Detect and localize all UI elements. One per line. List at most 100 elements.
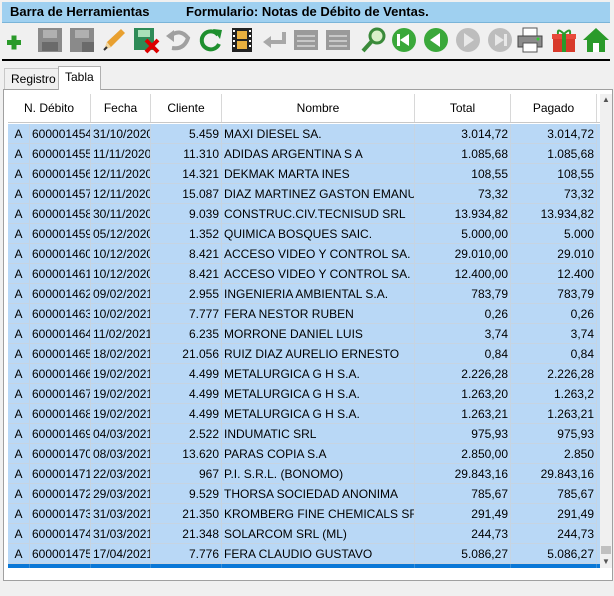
paid-cell: 3.014,72 [511, 124, 597, 144]
table-row[interactable]: A 600001467 19/02/2021 4.499 METALURGICA G H… [8, 384, 600, 404]
table-row[interactable]: A 600001461 10/12/2020 8.421 ACCESO VIDEO Y … [8, 264, 600, 284]
table-row[interactable]: A 600001464 11/02/2021 6.235 MORRONE DANIEL … [8, 324, 600, 344]
header-total[interactable]: Total [415, 94, 511, 122]
type-cell: A [8, 344, 30, 364]
table-row[interactable]: A 600001468 19/02/2021 4.499 METALURGICA G H… [8, 404, 600, 424]
paid-cell: 12.400 [511, 264, 597, 284]
scroll-thumb[interactable] [601, 546, 611, 554]
list-icon[interactable] [292, 26, 320, 54]
table-row[interactable]: A 600001465 18/02/2021 21.056 RUIZ DIAZ AURE… [8, 344, 600, 364]
header-nombre[interactable]: Nombre [222, 94, 415, 122]
date-cell: 10/12/2020 [91, 264, 151, 284]
client-cell: 967 [151, 464, 222, 484]
edit-icon[interactable] [100, 26, 128, 54]
debit-number-cell: 600001473 [30, 504, 91, 524]
client-cell: 9.529 [151, 484, 222, 504]
total-cell: 0,84 [415, 344, 511, 364]
name-cell: FERA CLAUDIO GUSTAVO [222, 544, 415, 564]
paid-cell: 5.000 [511, 224, 597, 244]
title-bar: Barra de Herramientas Formulario: Notas … [2, 2, 610, 23]
table-row[interactable]: A60000147630/04/202110.703MOHAMED GABRIE… [8, 564, 600, 568]
table-row[interactable]: A 600001469 04/03/2021 2.522 INDUMATIC SRL 97… [8, 424, 600, 444]
prev-icon[interactable] [422, 26, 450, 54]
paid-cell: 29.843,16 [511, 464, 597, 484]
type-cell: A [8, 264, 30, 284]
table-row[interactable]: A 600001456 12/11/2020 14.321 DEKMAK MARTA I… [8, 164, 600, 184]
paid-cell: 785,67 [511, 484, 597, 504]
type-cell: A [8, 144, 30, 164]
table-panel: N. Débito Fecha Cliente Nombre Total Pag… [3, 89, 613, 581]
back-arrow-icon[interactable] [260, 26, 288, 54]
name-cell: CONSTRUC.CIV.TECNISUD SRL [222, 204, 415, 224]
tab-tabla[interactable]: Tabla [58, 66, 101, 90]
header-pagado[interactable]: Pagado [511, 94, 597, 122]
total-cell: 244,73 [415, 524, 511, 544]
search-icon[interactable] [360, 26, 388, 54]
table-row[interactable]: A 600001473 31/03/2021 21.350 KROMBERG FINE … [8, 504, 600, 524]
header-fecha[interactable]: Fecha [91, 94, 151, 122]
scroll-down-icon[interactable]: ▼ [602, 558, 610, 566]
gift-icon[interactable] [550, 26, 578, 54]
table-row[interactable]: A 600001466 19/02/2021 4.499 METALURGICA G H… [8, 364, 600, 384]
scroll-up-icon[interactable]: ▲ [602, 96, 610, 104]
client-cell: 4.499 [151, 384, 222, 404]
name-cell: METALURGICA G H S.A. [222, 364, 415, 384]
undo-icon[interactable] [164, 26, 192, 54]
client-cell: 10.703 [151, 564, 222, 568]
name-cell: ACCESO VIDEO Y CONTROL SA. [222, 264, 415, 284]
table-row[interactable]: A 600001462 09/02/2021 2.955 INGENIERIA AMBI… [8, 284, 600, 304]
refresh-icon[interactable] [196, 26, 224, 54]
name-cell: MAXI DIESEL SA. [222, 124, 415, 144]
type-cell: A [8, 524, 30, 544]
table-row[interactable]: A 600001459 05/12/2020 1.352 QUIMICA BOSQUES… [8, 224, 600, 244]
total-cell: 29.843,16 [415, 464, 511, 484]
home-icon[interactable] [582, 26, 610, 54]
print-icon[interactable] [516, 26, 544, 54]
paid-cell: 0,26 [511, 304, 597, 324]
date-cell: 05/12/2020 [91, 224, 151, 244]
total-cell: 29.010,00 [415, 244, 511, 264]
next-icon[interactable] [454, 26, 482, 54]
date-cell: 22/03/2021 [91, 464, 151, 484]
table-row[interactable]: A 600001460 10/12/2020 8.421 ACCESO VIDEO Y … [8, 244, 600, 264]
table-row[interactable]: A 600001472 29/03/2021 9.529 THORSA SOCIEDAD… [8, 484, 600, 504]
client-cell: 14.321 [151, 164, 222, 184]
date-cell: 29/03/2021 [91, 484, 151, 504]
table-row[interactable]: A 600001454 31/10/2020 5.459 MAXI DIESEL SA.… [8, 124, 600, 144]
type-cell: A [8, 484, 30, 504]
table-row[interactable]: A 600001471 22/03/2021 967 P.I. S.R.L. (BONO… [8, 464, 600, 484]
paid-cell: 29.010 [511, 244, 597, 264]
toolbar-title: Barra de Herramientas [10, 4, 150, 19]
date-cell: 31/10/2020 [91, 124, 151, 144]
table-row[interactable]: A 600001463 10/02/2021 7.777 FERA NESTOR RUB… [8, 304, 600, 324]
table-row[interactable]: A 600001474 31/03/2021 21.348 SOLARCOM SRL (… [8, 524, 600, 544]
save-as-icon[interactable] [68, 26, 96, 54]
add-icon[interactable] [4, 26, 32, 54]
date-cell: 31/03/2021 [91, 524, 151, 544]
app-window: Barra de Herramientas Formulario: Notas … [0, 0, 614, 596]
debit-number-cell: 600001454 [30, 124, 91, 144]
date-cell: 19/02/2021 [91, 404, 151, 424]
table-row[interactable]: A 600001475 17/04/2021 7.776 FERA CLAUDIO GU… [8, 544, 600, 564]
last-icon[interactable] [486, 26, 514, 54]
table-row[interactable]: A 600001458 30/11/2020 9.039 CONSTRUC.CIV.TE… [8, 204, 600, 224]
table-row[interactable]: A 600001455 11/11/2020 11.310 ADIDAS ARGENTI… [8, 144, 600, 164]
vertical-scrollbar[interactable]: ▲ ▼ [600, 94, 612, 568]
paid-cell: 5.086,27 [511, 544, 597, 564]
paid-cell: 783,79 [511, 284, 597, 304]
film-icon[interactable] [228, 26, 256, 54]
table-row[interactable]: A 600001470 08/03/2021 13.620 PARAS COPIA S.… [8, 444, 600, 464]
header-nro-debito[interactable]: N. Débito [8, 94, 91, 122]
delete-icon[interactable] [132, 26, 160, 54]
total-cell: 73,32 [415, 184, 511, 204]
debit-number-cell: 600001458 [30, 204, 91, 224]
first-icon[interactable] [390, 26, 418, 54]
table-row[interactable]: A 600001457 12/11/2020 15.087 DIAZ MARTINEZ … [8, 184, 600, 204]
total-cell: 2.850,00 [415, 444, 511, 464]
tab-registro[interactable]: Registro [4, 68, 63, 89]
header-cliente[interactable]: Cliente [151, 94, 222, 122]
name-cell: QUIMICA BOSQUES SAIC. [222, 224, 415, 244]
save-icon[interactable] [36, 26, 64, 54]
grid-icon[interactable] [324, 26, 352, 54]
client-cell: 2.522 [151, 424, 222, 444]
